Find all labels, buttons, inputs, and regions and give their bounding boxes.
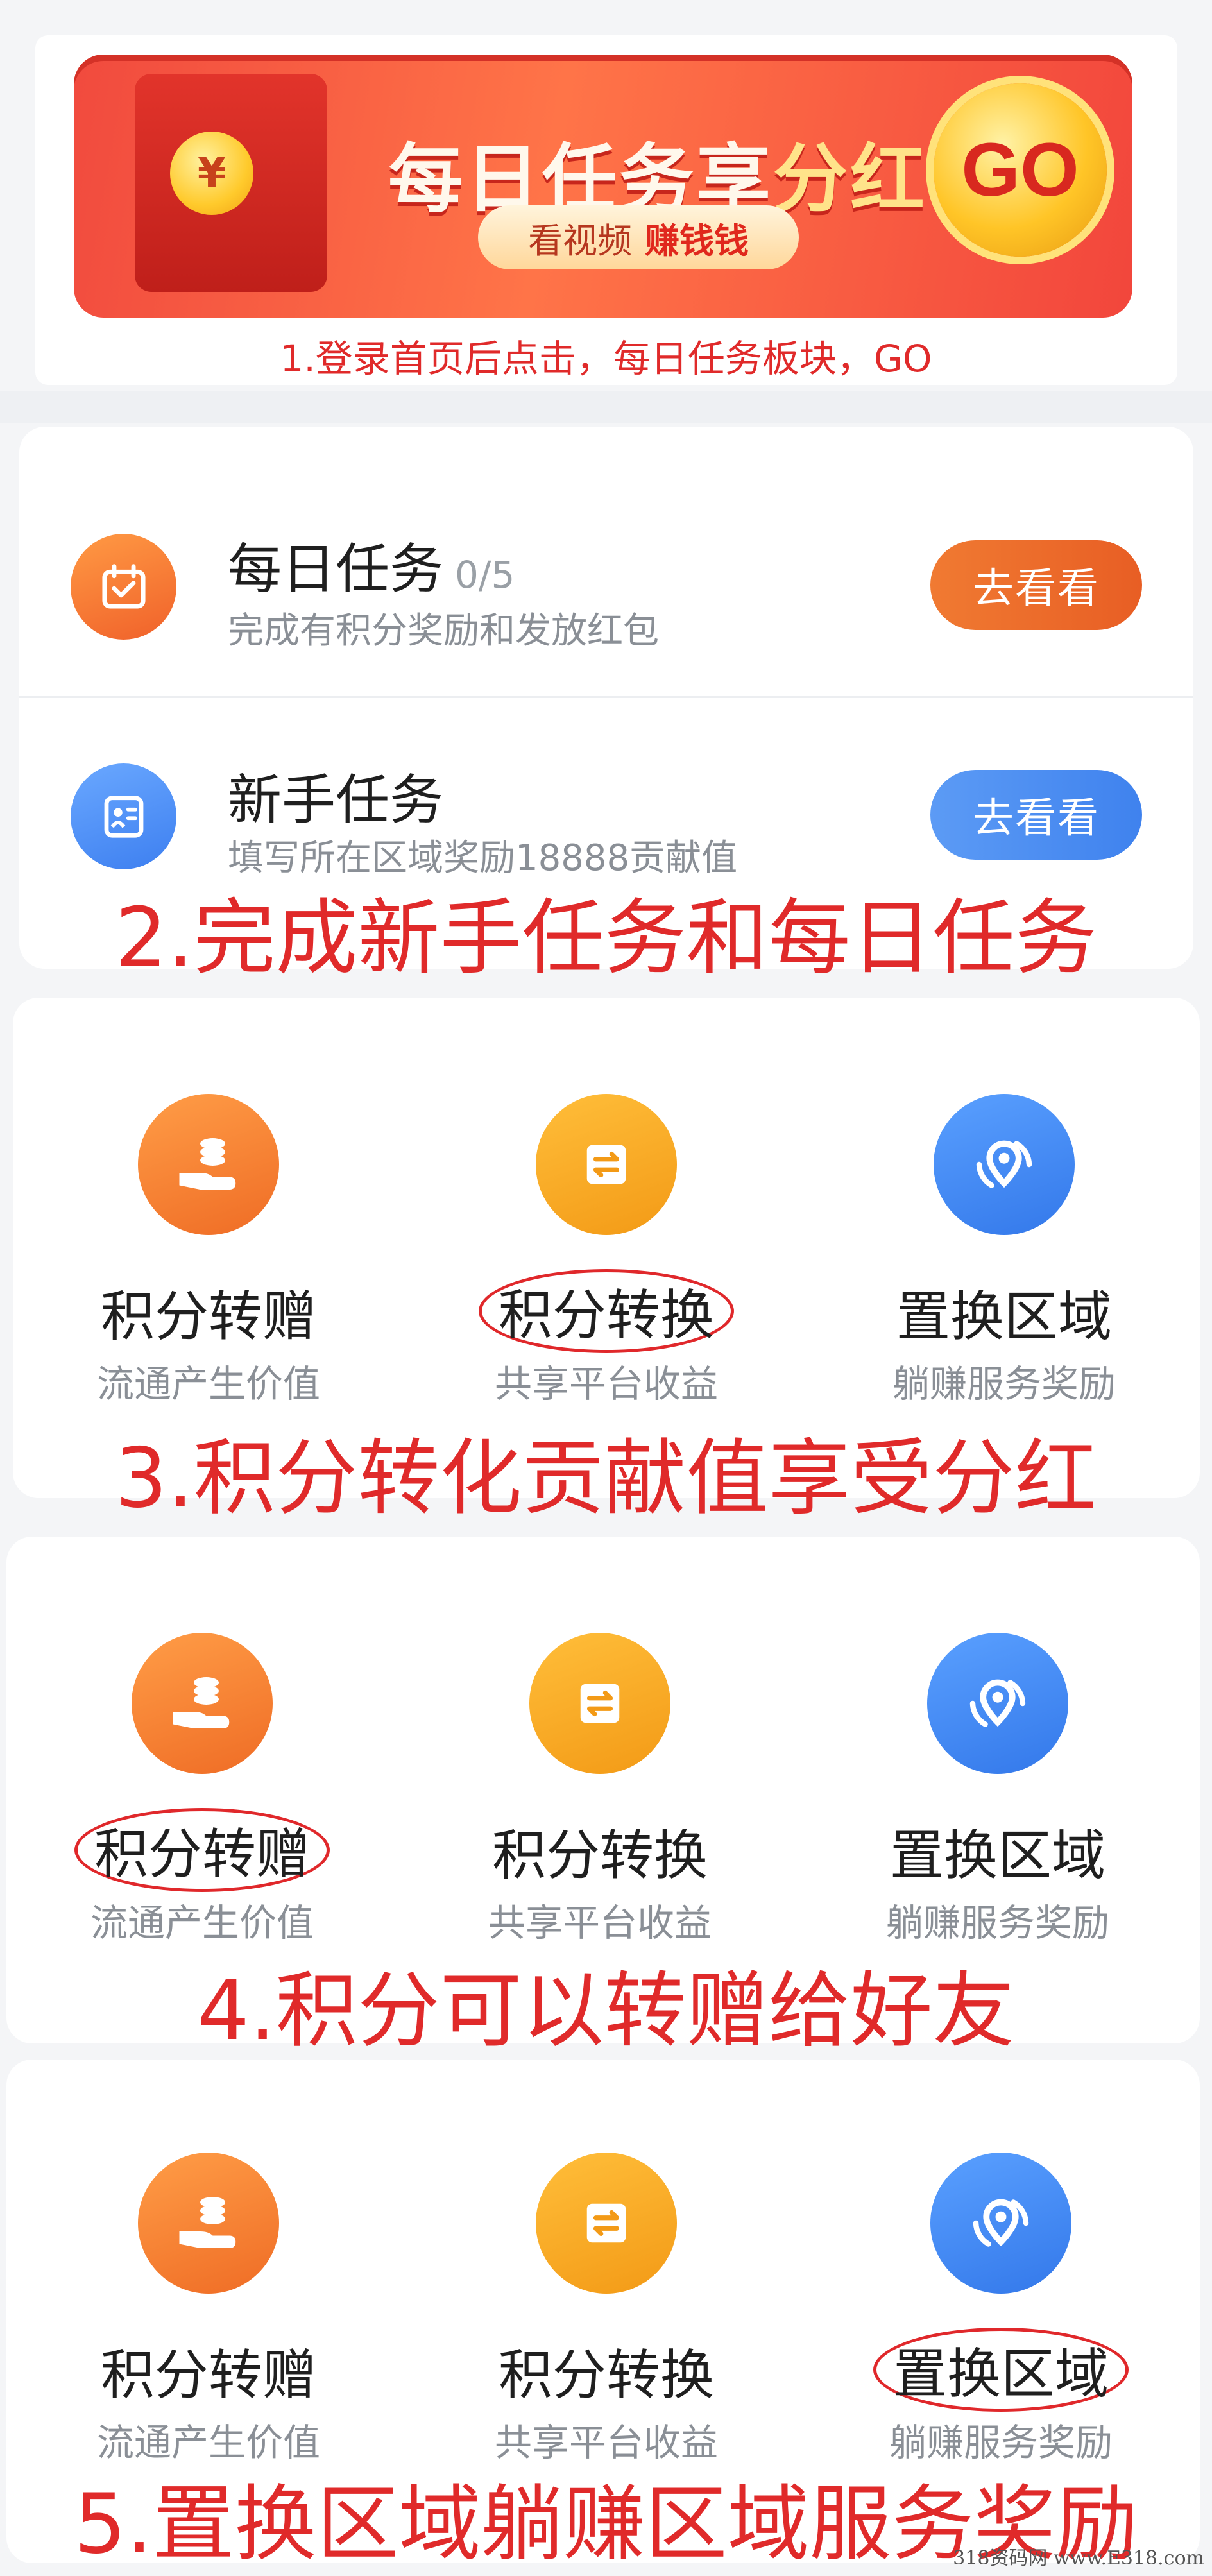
- points-convert-subtitle: 共享平台收益: [494, 1362, 718, 1406]
- location-swap-icon[interactable]: [934, 1094, 1075, 1235]
- id-card-icon: [71, 763, 176, 869]
- location-swap-icon[interactable]: [927, 1633, 1068, 1774]
- step1-annotation: 1.登录首页后点击，每日任务板块，GO: [280, 337, 932, 380]
- coin-hand-icon[interactable]: [138, 2153, 279, 2294]
- location-swap-icon[interactable]: [930, 2153, 1071, 2294]
- region-swap-label: 置换区域: [889, 1824, 1105, 1887]
- daily-task-banner[interactable]: ¥ 每日任务享分红 看视频 赚钱钱 GO: [74, 55, 1132, 318]
- daily-task-go-button[interactable]: 去看看: [930, 540, 1142, 630]
- daily-task-title: 每日任务 0/5: [228, 538, 515, 601]
- daily-task-count: 0/5: [455, 553, 515, 597]
- points-convert-label: 积分转换: [452, 1269, 760, 1353]
- coin-hand-icon[interactable]: [138, 1094, 279, 1235]
- points-convert-label: 积分转换: [491, 1824, 708, 1887]
- points-gift-subtitle: 流通产生价值: [90, 1901, 314, 1945]
- points-gift-subtitle: 流通产生价值: [96, 1362, 320, 1406]
- points-gift-label: 积分转赠: [48, 1808, 356, 1892]
- points-gift-label: 积分转赠: [100, 2344, 316, 2407]
- section-gap: [0, 391, 1212, 423]
- coin-hand-icon[interactable]: [132, 1633, 273, 1774]
- task-divider: [19, 696, 1193, 698]
- points-convert-label: 积分转换: [498, 2344, 714, 2407]
- region-swap-subtitle: 躺赚服务奖励: [885, 1901, 1109, 1945]
- calendar-icon: [71, 534, 176, 640]
- newbie-task-go-button[interactable]: 去看看: [930, 770, 1142, 860]
- daily-task-subtitle: 完成有积分奖励和发放红包: [228, 610, 659, 652]
- newbie-task-title: 新手任务: [228, 769, 444, 832]
- step3-annotation: 3.积分转化贡献值享受分红: [115, 1431, 1097, 1526]
- points-gift-label: 积分转赠: [100, 1285, 316, 1348]
- points-convert-subtitle: 共享平台收益: [488, 1901, 712, 1945]
- exchange-icon[interactable]: [536, 2153, 677, 2294]
- watermark: 318资码网 www.E318.com: [953, 2547, 1204, 2570]
- step2-annotation: 2.完成新手任务和每日任务: [115, 891, 1097, 986]
- yuan-coin-icon: ¥: [170, 132, 253, 215]
- step4-annotation: 4.积分可以转赠给好友: [197, 1963, 1015, 2059]
- region-swap-subtitle: 躺赚服务奖励: [892, 1362, 1116, 1406]
- banner-subtitle-pill: 看视频 赚钱钱: [478, 205, 799, 269]
- region-swap-label: 置换区域: [847, 2328, 1155, 2412]
- exchange-icon[interactable]: [536, 1094, 677, 1235]
- exchange-icon[interactable]: [529, 1633, 670, 1774]
- go-button[interactable]: GO: [934, 83, 1107, 257]
- region-swap-label: 置换区域: [896, 1285, 1112, 1348]
